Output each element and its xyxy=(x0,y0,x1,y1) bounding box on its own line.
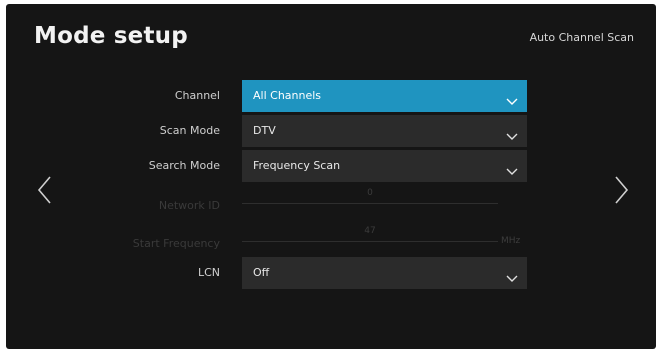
network-id-track xyxy=(242,203,498,204)
channel-dropdown[interactable]: All Channels xyxy=(242,80,527,112)
start-frequency-value: 47 xyxy=(364,226,376,236)
channel-row: Channel All Channels xyxy=(6,80,656,112)
scan-mode-row: Scan Mode DTV xyxy=(6,115,656,147)
chevron-down-icon xyxy=(506,91,518,105)
start-frequency-row: Start Frequency 47 MHz xyxy=(6,226,656,260)
network-id-slider: 0 xyxy=(242,188,498,210)
network-id-label: Network ID xyxy=(158,199,220,212)
scan-mode-label: Scan Mode xyxy=(159,124,220,137)
channel-label: Channel xyxy=(174,89,220,102)
tv-screen: Mode setup Auto Channel Scan Channel All… xyxy=(6,4,656,349)
channel-value: All Channels xyxy=(253,89,322,102)
network-id-value: 0 xyxy=(367,188,373,198)
chevron-down-icon xyxy=(506,161,518,175)
start-frequency-slider: 47 xyxy=(242,226,498,248)
start-frequency-unit: MHz xyxy=(501,236,521,246)
search-mode-row: Search Mode Frequency Scan xyxy=(6,150,656,182)
start-frequency-label: Start Frequency xyxy=(132,237,220,250)
search-mode-value: Frequency Scan xyxy=(253,159,341,172)
search-mode-label: Search Mode xyxy=(148,159,220,172)
lcn-label: LCN xyxy=(197,266,220,279)
scan-mode-dropdown[interactable]: DTV xyxy=(242,115,527,147)
lcn-value: Off xyxy=(253,266,270,279)
search-mode-dropdown[interactable]: Frequency Scan xyxy=(242,150,527,182)
scan-mode-value: DTV xyxy=(253,124,276,137)
network-id-row: Network ID 0 xyxy=(6,188,656,222)
context-label: Auto Channel Scan xyxy=(529,31,634,44)
start-frequency-track xyxy=(242,241,498,242)
lcn-row: LCN Off xyxy=(6,257,656,289)
lcn-dropdown[interactable]: Off xyxy=(242,257,527,289)
chevron-down-icon xyxy=(506,268,518,282)
page-title: Mode setup xyxy=(34,23,188,49)
chevron-down-icon xyxy=(506,126,518,140)
